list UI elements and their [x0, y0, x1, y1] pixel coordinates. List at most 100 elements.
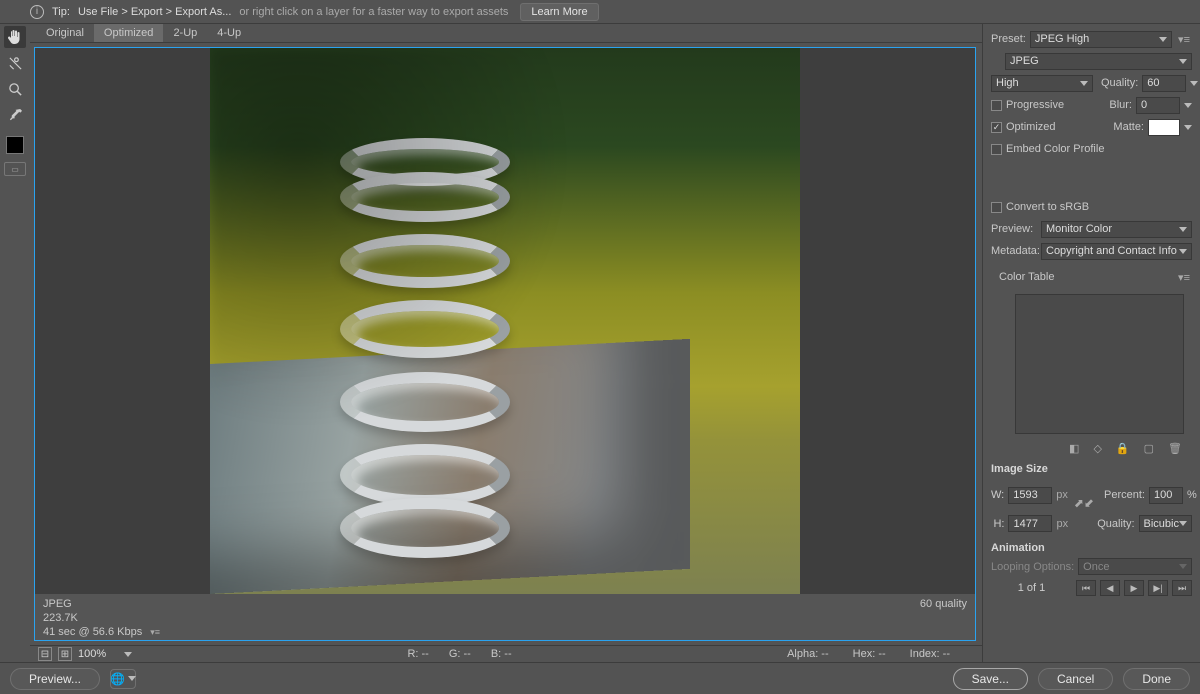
- artboard[interactable]: [35, 48, 975, 594]
- save-button[interactable]: Save...: [953, 668, 1028, 690]
- resample-quality-select[interactable]: Bicubic: [1139, 515, 1192, 532]
- tab-optimized[interactable]: Optimized: [94, 24, 164, 42]
- width-unit: px: [1056, 489, 1068, 501]
- quality-preset-select[interactable]: High: [991, 75, 1093, 92]
- resample-quality-label: Quality:: [1097, 518, 1134, 530]
- quality-badge: 60 quality: [920, 598, 967, 610]
- convert-srgb-checkbox[interactable]: [991, 202, 1002, 213]
- filesize-label: 223.7K: [43, 612, 162, 624]
- blur-input[interactable]: [1136, 97, 1180, 114]
- width-input[interactable]: [1008, 487, 1052, 504]
- tip-suffix: or right click on a layer for a faster w…: [239, 6, 508, 18]
- embed-profile-label: Embed Color Profile: [1006, 143, 1104, 155]
- anim-last-button[interactable]: ⏭: [1172, 580, 1192, 596]
- quality-label: Quality:: [1101, 77, 1138, 89]
- preset-select[interactable]: JPEG High: [1030, 31, 1172, 48]
- matte-dropdown-icon[interactable]: [1184, 125, 1192, 130]
- preset-menu-icon[interactable]: ▾≡: [1176, 33, 1192, 46]
- info-icon: i: [30, 5, 44, 19]
- quality-stepper-icon[interactable]: [1190, 81, 1198, 86]
- ct-icon-2[interactable]: ◇: [1091, 442, 1103, 455]
- height-label: H:: [991, 518, 1004, 530]
- dialog-footer: Preview... 🌐 Save... Cancel Done: [0, 662, 1200, 694]
- tab-4up[interactable]: 4-Up: [207, 24, 251, 42]
- transfer-label: 41 sec @ 56.6 Kbps: [43, 626, 142, 638]
- percent-input[interactable]: [1149, 487, 1183, 504]
- browser-preview-select[interactable]: 🌐: [110, 669, 136, 689]
- blur-stepper-icon[interactable]: [1184, 103, 1192, 108]
- looping-label: Looping Options:: [991, 561, 1074, 573]
- width-label: W:: [991, 489, 1004, 501]
- preview-select[interactable]: Monitor Color: [1041, 221, 1192, 238]
- foreground-swatch[interactable]: [6, 136, 24, 154]
- anim-first-button[interactable]: ⏮: [1076, 580, 1096, 596]
- learn-more-button[interactable]: Learn More: [520, 3, 598, 21]
- percent-unit: %: [1187, 489, 1197, 501]
- quality-input[interactable]: [1142, 75, 1186, 92]
- percent-label: Percent:: [1104, 489, 1145, 501]
- height-input[interactable]: [1008, 515, 1052, 532]
- blur-label: Blur:: [1109, 99, 1132, 111]
- readout-g: G: --: [449, 648, 471, 660]
- matte-label: Matte:: [1113, 121, 1144, 133]
- preset-label: Preset:: [991, 33, 1026, 45]
- preview-button[interactable]: Preview...: [10, 668, 100, 690]
- transfer-menu-icon[interactable]: ▾≡: [148, 627, 162, 638]
- readout-alpha: Alpha: --: [787, 648, 829, 660]
- optimized-label: Optimized: [1006, 121, 1056, 133]
- metadata-label: Metadata:: [991, 245, 1037, 257]
- optimized-checkbox[interactable]: [991, 122, 1002, 133]
- anim-play-button[interactable]: ▶: [1124, 580, 1144, 596]
- zoom-dropdown-icon[interactable]: [124, 652, 132, 657]
- canvas-status: JPEG 223.7K 41 sec @ 56.6 Kbps ▾≡ 60 qua…: [35, 594, 975, 640]
- hand-tool[interactable]: [4, 26, 26, 48]
- anim-next-button[interactable]: ▶|: [1148, 580, 1168, 596]
- link-dimensions-icon[interactable]: ⬈⬋: [1072, 487, 1096, 519]
- readout-r: R: --: [407, 648, 428, 660]
- preview-label: Preview:: [991, 223, 1037, 235]
- slice-visibility-toggle[interactable]: ▭: [4, 162, 26, 176]
- embed-profile-checkbox[interactable]: [991, 144, 1002, 155]
- zoom-in-button[interactable]: ⊞: [58, 647, 72, 661]
- color-table-toolbar: ◧ ◇ 🔒 ▢ 🗑: [991, 440, 1192, 455]
- anim-prev-button[interactable]: ◀: [1100, 580, 1120, 596]
- canvas-frame: JPEG 223.7K 41 sec @ 56.6 Kbps ▾≡ 60 qua…: [34, 47, 976, 641]
- tool-strip: ▭: [0, 24, 30, 662]
- convert-srgb-label: Convert to sRGB: [1006, 201, 1089, 213]
- frame-indicator: 1 of 1: [991, 582, 1072, 594]
- looping-select: Once: [1078, 558, 1192, 575]
- ct-icon-1[interactable]: ◧: [1067, 442, 1081, 455]
- zoom-tool[interactable]: [4, 78, 26, 100]
- format-label: JPEG: [43, 598, 162, 610]
- tip-bar: i Tip: Use File > Export > Export As... …: [0, 0, 1200, 24]
- image-preview: [210, 48, 800, 594]
- metadata-select[interactable]: Copyright and Contact Info: [1041, 243, 1192, 260]
- image-size-heading: Image Size: [991, 463, 1192, 475]
- view-tabs: Original Optimized 2-Up 4-Up: [30, 24, 982, 43]
- readout-b: B: --: [491, 648, 512, 660]
- progressive-checkbox[interactable]: [991, 100, 1002, 111]
- readout-hex: Hex: --: [853, 648, 886, 660]
- slice-tool[interactable]: [4, 52, 26, 74]
- ct-new-icon[interactable]: ▢: [1142, 442, 1156, 455]
- tab-original[interactable]: Original: [36, 24, 94, 42]
- color-table-well: [1015, 294, 1184, 434]
- matte-swatch[interactable]: [1148, 119, 1180, 136]
- progressive-label: Progressive: [1006, 99, 1064, 111]
- format-select[interactable]: JPEG: [1005, 53, 1192, 70]
- tip-path: Use File > Export > Export As...: [78, 6, 231, 18]
- ct-trash-icon[interactable]: 🗑: [1166, 442, 1184, 455]
- tab-2up[interactable]: 2-Up: [163, 24, 207, 42]
- color-table-label: Color Table: [991, 271, 1054, 283]
- info-readout-bar: ⊟ ⊞ 100% R: -- G: -- B: -- Alpha: -- Hex…: [30, 645, 982, 662]
- height-unit: px: [1056, 518, 1075, 530]
- eyedropper-tool[interactable]: [4, 104, 26, 126]
- ct-lock-icon[interactable]: 🔒: [1114, 442, 1132, 455]
- color-table-menu-icon[interactable]: ▾≡: [1176, 271, 1192, 284]
- optimize-panel: Preset: JPEG High ▾≡ JPEG High Quality: …: [982, 24, 1200, 662]
- cancel-button[interactable]: Cancel: [1038, 668, 1113, 690]
- zoom-level[interactable]: 100%: [78, 648, 118, 660]
- done-button[interactable]: Done: [1123, 668, 1190, 690]
- animation-heading: Animation: [991, 542, 1192, 554]
- zoom-out-button[interactable]: ⊟: [38, 647, 52, 661]
